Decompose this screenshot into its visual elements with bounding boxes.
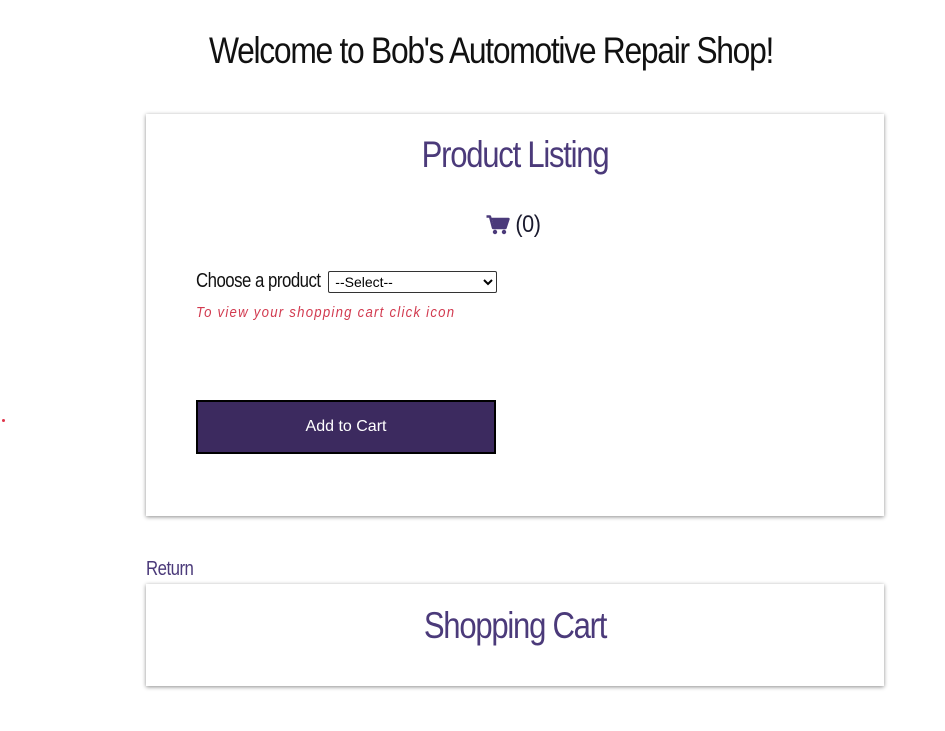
- page: Welcome to Bob's Automotive Repair Shop!…: [0, 0, 945, 731]
- decorative-dot: [2, 419, 5, 422]
- page-title: Welcome to Bob's Automotive Repair Shop!: [208, 30, 774, 71]
- return-link[interactable]: Return: [146, 558, 194, 581]
- product-select[interactable]: --Select--: [328, 270, 498, 293]
- choose-product-row: Choose a product --Select--: [196, 270, 498, 293]
- shopping-cart-card: Shopping Cart: [146, 584, 884, 686]
- cart-count[interactable]: (0): [515, 211, 541, 239]
- shopping-cart-icon[interactable]: [486, 215, 510, 235]
- cart-link[interactable]: (0): [486, 211, 542, 239]
- product-listing-title: Product Listing: [421, 134, 610, 175]
- product-listing-card: Product Listing (0) Choose a product --S…: [146, 114, 884, 516]
- choose-product-label: Choose a product: [196, 270, 321, 292]
- shopping-cart-title: Shopping Cart: [423, 605, 608, 646]
- add-to-cart-button[interactable]: Add to Cart: [196, 400, 496, 454]
- cart-hint-text: To view your shopping cart click icon: [196, 304, 456, 321]
